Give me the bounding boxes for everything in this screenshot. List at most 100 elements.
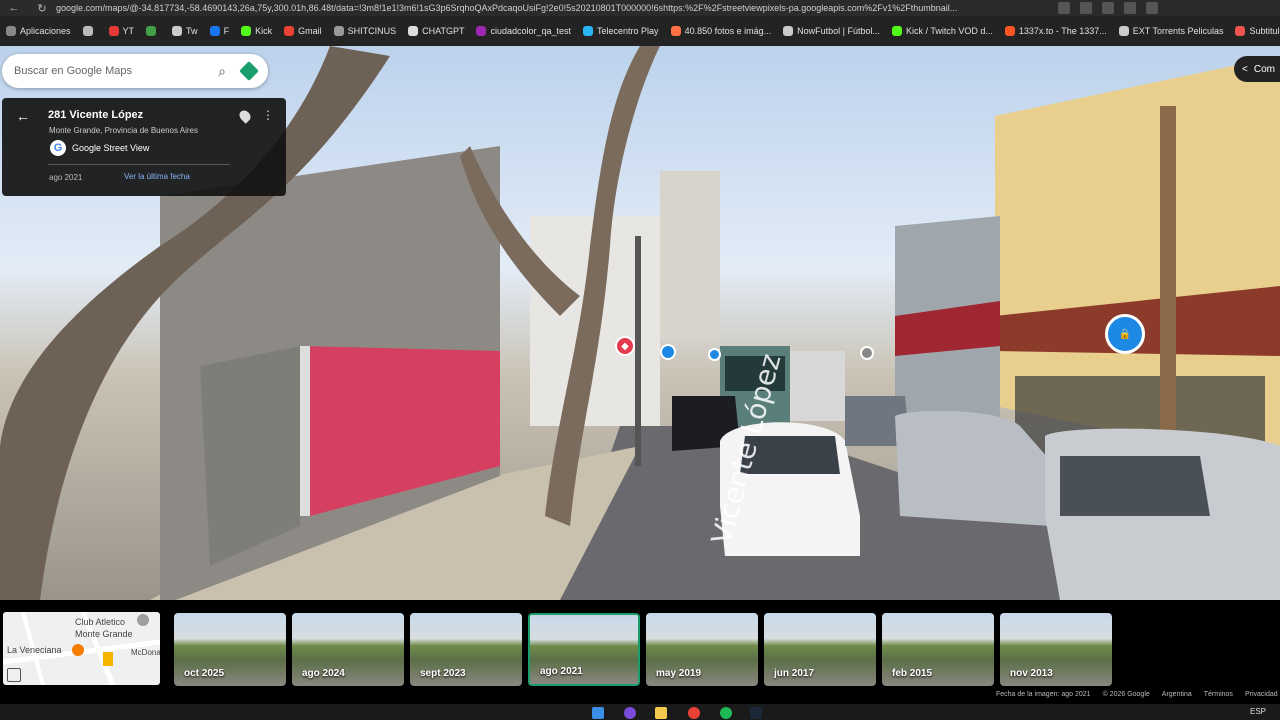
bookmark-item[interactable]: Telecentro Play [583, 26, 659, 36]
address-bar[interactable]: google.com/maps/@-34.817734,-58.4690143,… [56, 3, 1046, 13]
timeline-date-label: ago 2024 [302, 668, 345, 679]
bookmark-item[interactable]: ciudadcolor_qa_test [476, 26, 571, 36]
timeline-date-label: jun 2017 [774, 668, 815, 679]
place-marker[interactable] [860, 346, 874, 360]
bookmark-icon [6, 26, 16, 36]
copyright-text: © 2026 Google [1102, 691, 1150, 698]
bookmark-icon [82, 26, 93, 36]
bookmark-item[interactable]: Kick [241, 26, 272, 36]
location-card: ← 281 Vicente López Monte Grande, Provin… [2, 98, 286, 196]
timeline-date-label: may 2019 [656, 668, 702, 679]
bookmark-item[interactable]: Subtitulo [1235, 26, 1280, 36]
bookmark-label: SHITCINUS [347, 26, 397, 36]
browser-toolbar: ← ↻ google.com/maps/@-34.817734,-58.4690… [0, 0, 1280, 16]
bookmark-label: F [223, 26, 230, 36]
bookmark-icon [146, 26, 157, 36]
timeline-thumbnail[interactable]: oct 2025 [174, 613, 286, 686]
image-date-text: Fecha de la imagen: ago 2021 [996, 691, 1091, 698]
bookmark-item[interactable]: Kick / Twitch VOD d... [892, 26, 993, 36]
bookmark-item[interactable]: CHATGPT [408, 26, 464, 36]
timeline-thumbnail[interactable]: feb 2015 [882, 613, 994, 686]
divider [48, 164, 230, 165]
bookmark-label: 40.850 fotos e imág... [684, 26, 772, 36]
bookmark-item[interactable]: 40.850 fotos e imág... [670, 26, 772, 36]
timeline-thumbnail[interactable]: jun 2017 [764, 613, 876, 686]
bookmark-label: ciudadcolor_qa_test [490, 26, 572, 36]
map-pin-icon[interactable] [237, 108, 253, 124]
screen: ← ↻ google.com/maps/@-34.817734,-58.4690… [0, 0, 1280, 720]
bookmark-icon [284, 26, 295, 36]
privacy-link[interactable]: Privacidad [1245, 691, 1278, 698]
bookmark-item[interactable] [82, 26, 97, 36]
bookmark-item[interactable]: Tw [172, 26, 198, 36]
bookmark-label: Kick / Twitch VOD d... [906, 26, 993, 36]
latest-date-link[interactable]: Ver la última fecha [124, 172, 190, 181]
bookmark-icon [670, 26, 681, 36]
timeline-thumbnail[interactable]: may 2019 [646, 613, 758, 686]
bookmark-icon [241, 26, 252, 36]
timeline-strip: Club Atletico Monte Grande La Veneciana M… [0, 600, 1280, 704]
mini-map[interactable]: Club Atletico Monte Grande La Veneciana M… [3, 612, 160, 685]
extension-icon[interactable] [1102, 2, 1114, 14]
bookmark-item[interactable]: 1337x.to - The 1337... [1004, 26, 1107, 36]
bookmark-icon [583, 26, 594, 36]
timeline-thumbnail[interactable]: sept 2023 [410, 613, 522, 686]
timeline-date-label: sept 2023 [420, 668, 466, 679]
share-icon: < [1242, 63, 1248, 75]
search-input[interactable]: Buscar en Google Maps [14, 65, 218, 77]
profile-icon[interactable] [1146, 2, 1158, 14]
os-taskbar: ESP [0, 704, 1280, 720]
spotify-icon[interactable] [720, 707, 732, 719]
bookmark-item[interactable]: NowFutbol | Fútbol... [783, 26, 880, 36]
shopping-place-marker[interactable]: 🔒 [1105, 314, 1145, 354]
bookmark-label: Subtitulo [1249, 26, 1280, 36]
bookmark-icon [1004, 26, 1015, 36]
file-explorer-icon[interactable] [655, 707, 667, 719]
reload-icon[interactable]: ↻ [28, 0, 56, 16]
place-marker[interactable] [708, 348, 721, 361]
terms-link[interactable]: Términos [1204, 691, 1233, 698]
country-link[interactable]: Argentina [1162, 691, 1192, 698]
extension-icon[interactable] [1058, 2, 1070, 14]
timeline-date-label: nov 2013 [1010, 668, 1053, 679]
search-icon[interactable]: ⌕ [218, 63, 226, 80]
place-marker[interactable] [660, 344, 676, 360]
bookmark-icon [783, 26, 794, 36]
timeline-thumbnail[interactable]: ago 2021 [528, 613, 640, 686]
bookmark-label: CHATGPT [422, 26, 465, 36]
place-marker[interactable]: ◆ [615, 336, 635, 356]
bookmark-item[interactable]: YT [108, 26, 134, 36]
steam-icon[interactable] [750, 707, 762, 719]
directions-icon[interactable] [239, 61, 259, 81]
windows-start-icon[interactable] [592, 707, 604, 719]
bookmark-label: 1337x.to - The 1337... [1018, 26, 1107, 36]
locality-text: Monte Grande, Provincia de Buenos Aires [49, 126, 198, 135]
bookmark-item[interactable] [146, 26, 160, 36]
bookmarks-bar: Aplicaciones YT Tw F Kick Gmail SHITCINUS CHATG… [0, 16, 1280, 46]
app-icon[interactable] [624, 707, 636, 719]
bookmark-label: Kick [255, 26, 273, 36]
timeline-thumbnail[interactable]: ago 2024 [292, 613, 404, 686]
bookmark-item[interactable]: SHITCINUS [333, 26, 397, 36]
search-box[interactable]: Buscar en Google Maps ⌕ [2, 54, 268, 88]
back-arrow-icon[interactable]: ← [16, 108, 30, 124]
bookmark-item[interactable]: F [209, 26, 230, 36]
language-indicator[interactable]: ESP [1250, 707, 1266, 716]
bookmark-icon [1235, 26, 1246, 36]
more-options-icon[interactable]: ⋮ [262, 108, 274, 122]
bookmark-item[interactable]: Aplicaciones [6, 26, 71, 36]
bookmark-item[interactable]: Gmail [284, 26, 322, 36]
chrome-icon[interactable] [688, 707, 700, 719]
timeline-date-label: oct 2025 [184, 668, 225, 679]
expand-icon[interactable] [7, 668, 21, 682]
extension-icon[interactable] [1124, 2, 1136, 14]
capture-date: ago 2021 [49, 173, 83, 182]
bookmark-item[interactable]: EXT Torrents Peliculas [1118, 26, 1223, 36]
bookmark-label: Telecentro Play [597, 26, 659, 36]
timeline-thumbnail[interactable]: nov 2013 [1000, 613, 1112, 686]
back-icon[interactable]: ← [0, 0, 28, 16]
timeline-date-label: feb 2015 [892, 668, 933, 679]
street-view-panorama[interactable]: Vicente López Buscar en Google Maps ⌕ ← … [0, 46, 1280, 600]
share-button[interactable]: < Com [1234, 56, 1280, 82]
star-icon[interactable] [1080, 2, 1092, 14]
